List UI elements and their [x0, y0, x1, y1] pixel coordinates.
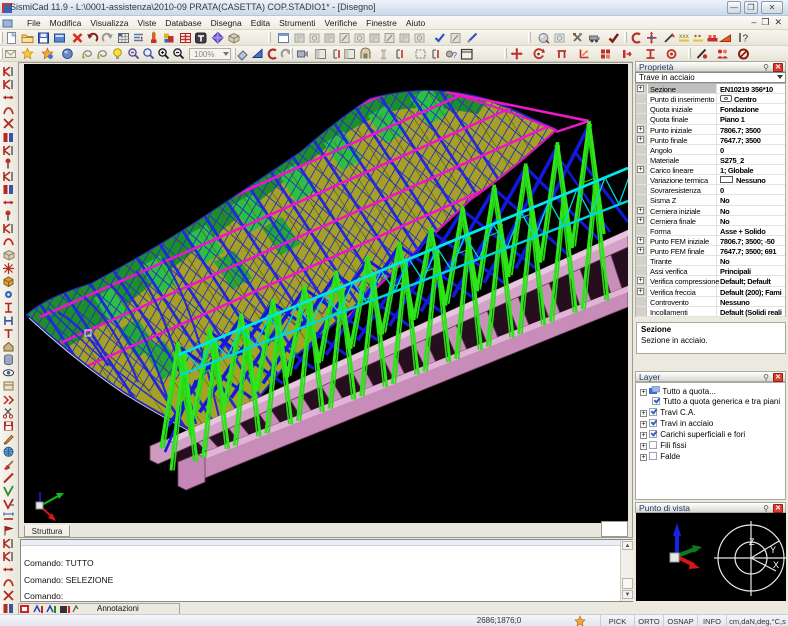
svg-text:Z: Z [749, 537, 755, 547]
svg-text:?: ? [453, 51, 458, 60]
svg-text:Y: Y [770, 545, 776, 555]
svg-text:X: X [773, 560, 779, 570]
svg-text:xxx: xxx [679, 33, 690, 40]
svg-text:?: ? [743, 34, 749, 45]
